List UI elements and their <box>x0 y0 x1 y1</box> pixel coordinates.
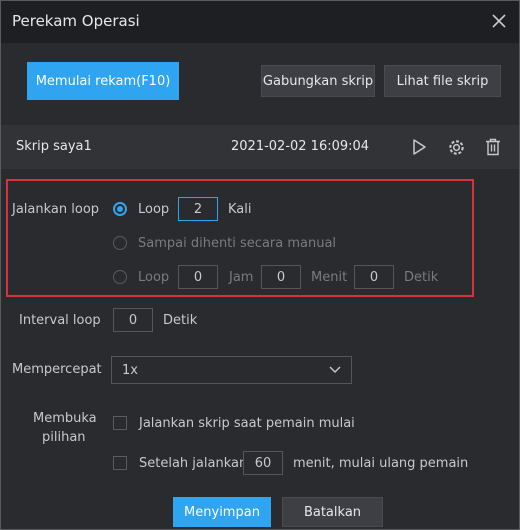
loop-count-radio[interactable] <box>113 202 127 216</box>
play-icon[interactable] <box>410 138 428 156</box>
loop-interval-unit: Detik <box>163 313 198 328</box>
loop-minutes-input[interactable]: 0 <box>261 265 301 289</box>
save-button[interactable]: Menyimpan <box>173 497 271 527</box>
merge-scripts-button[interactable]: Gabungkan skrip <box>261 65 375 97</box>
run-on-start-checkbox[interactable] <box>113 416 127 430</box>
title-bar: Perekam Operasi <box>1 1 519 43</box>
loop-hours-unit: Jam <box>229 270 254 285</box>
close-icon[interactable] <box>489 11 509 31</box>
loop-duration-radio[interactable] <box>113 270 127 284</box>
dialog-title: Perekam Operasi <box>12 12 140 30</box>
restart-minutes-input[interactable]: 60 <box>243 451 283 475</box>
chevron-down-icon <box>329 366 341 373</box>
restart-prefix-label: Setelah jalankan <box>139 456 248 471</box>
speed-selected-value: 1x <box>122 363 138 378</box>
loop-seconds-unit: Detik <box>404 270 439 285</box>
restart-suffix-label: menit, mulai ulang pemain <box>293 456 469 471</box>
options-label-line1: Membuka <box>33 411 97 426</box>
loop-manual-radio[interactable] <box>113 236 127 250</box>
loop-count-unit: Kali <box>228 202 252 217</box>
loop-interval-label: Interval loop <box>19 313 101 328</box>
gear-icon[interactable] <box>447 138 466 157</box>
loop-count-label: Loop <box>138 202 170 217</box>
speed-label: Mempercepat <box>12 362 102 377</box>
start-record-button[interactable]: Memulai rekam(F10) <box>27 62 179 100</box>
options-label-line2: pilihan <box>42 430 86 445</box>
loop-count-input[interactable]: 2 <box>178 197 218 221</box>
script-timestamp: 2021-02-02 16:09:04 <box>231 139 370 154</box>
script-row[interactable]: Skrip saya1 2021-02-02 16:09:04 <box>1 125 519 169</box>
trash-icon[interactable] <box>485 138 501 156</box>
run-on-start-label: Jalankan skrip saat pemain mulai <box>139 416 355 431</box>
view-script-file-button[interactable]: Lihat file skrip <box>384 65 501 97</box>
loop-duration-label: Loop <box>138 270 170 285</box>
loop-minutes-unit: Menit <box>311 270 348 285</box>
speed-select[interactable]: 1x <box>111 356 352 384</box>
restart-player-checkbox[interactable] <box>113 456 127 470</box>
loop-interval-input[interactable]: 0 <box>113 308 153 332</box>
loop-seconds-input[interactable]: 0 <box>354 265 394 289</box>
operation-recorder-dialog: Perekam Operasi Memulai rekam(F10) Gabun… <box>0 0 520 530</box>
run-loop-label: Jalankan loop <box>12 202 100 217</box>
loop-hours-input[interactable]: 0 <box>178 265 218 289</box>
cancel-button[interactable]: Batalkan <box>282 497 383 527</box>
script-name: Skrip saya1 <box>16 139 92 154</box>
loop-manual-label: Sampai dihenti secara manual <box>138 236 337 251</box>
